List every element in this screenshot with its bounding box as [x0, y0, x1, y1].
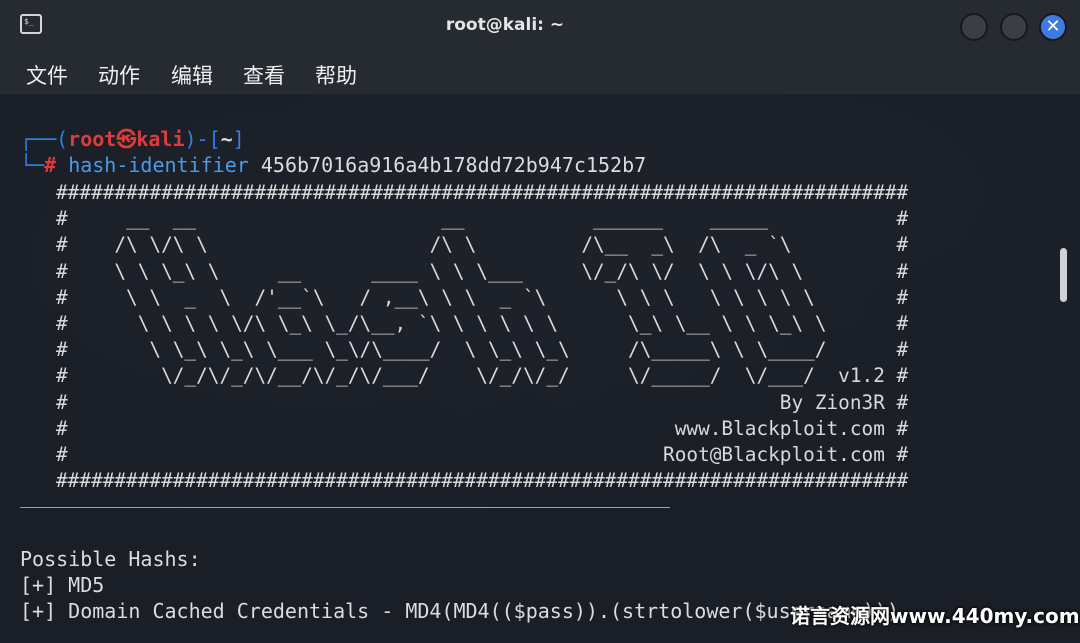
prompt-line-2: └─# hash-identifier 456b7016a916a4b178dd…: [20, 152, 646, 178]
prompt-separator: )-[: [184, 127, 221, 151]
output-divider: [20, 507, 670, 508]
hashid-banner: ########################################…: [56, 180, 908, 494]
menu-help[interactable]: 帮助: [315, 60, 357, 90]
menu-view[interactable]: 查看: [243, 60, 285, 90]
banner-line: # __ __ __ ______ _____ #: [56, 207, 909, 231]
banner-line: # /\ \/\ \ /\ \ /\__ _\ /\ _ `\ #: [56, 233, 909, 257]
result-item: [+] MD5: [20, 573, 105, 597]
scrollbar[interactable]: [1060, 248, 1067, 302]
possible-hashes-header: Possible Hashs:: [20, 547, 201, 571]
menu-edit[interactable]: 编辑: [171, 60, 213, 90]
prompt-user-host: root㉿kali: [68, 127, 185, 151]
prompt-cwd: ~: [220, 127, 233, 151]
result-item: [+] Domain Cached Credentials - MD4(MD4(…: [20, 599, 899, 623]
command-text: hash-identifier: [68, 153, 249, 177]
watermark: 诺言资源网www.440my.com: [790, 604, 1080, 628]
title-bar[interactable]: $_ root@kali: ~ ✕: [0, 0, 1080, 52]
prompt-hash: #: [44, 153, 57, 177]
menu-bar: 文件 动作 编辑 查看 帮助: [0, 52, 1080, 94]
banner-line: # \ \_\ \_\ \___ \_\/\____/ \ \_\ \_\ /\…: [56, 338, 909, 362]
banner-line: # By Zion3R #: [56, 390, 909, 414]
terminal-window: $_ root@kali: ~ ✕ 文件 动作 编辑 查看 帮助 ┌──(roo…: [0, 0, 1080, 643]
prompt-bracket-close: ]: [232, 127, 245, 151]
banner-line: # Root@Blackploit.com #: [56, 443, 909, 467]
banner-line: # www.Blackploit.com #: [56, 416, 909, 440]
window-title: root@kali: ~: [445, 15, 565, 35]
menu-file[interactable]: 文件: [26, 60, 68, 90]
banner-line: # \ \ _ \ /'__`\ / ,__\ \ \ _ `\ \ \ \ \…: [56, 285, 909, 309]
prompt-line-1: ┌──(root㉿kali)-[~]: [20, 126, 245, 152]
prompt-corner: └─: [20, 153, 45, 177]
banner-line: ########################################…: [56, 181, 909, 204]
close-button[interactable]: ✕: [1039, 13, 1067, 41]
banner-line: ########################################…: [56, 469, 909, 493]
menu-actions[interactable]: 动作: [98, 60, 140, 90]
banner-line: # \ \ \_\ \ __ ____ \ \ \___ \/_/\ \/ \ …: [56, 259, 909, 283]
prompt-bracket: ┌──(: [20, 127, 69, 151]
minimize-button[interactable]: [960, 13, 988, 41]
close-icon: ✕: [1045, 16, 1061, 37]
banner-line: # \/_/\/_/\/__/\/_/\/___/ \/_/\/_/ \/___…: [56, 364, 909, 388]
command-argument: 456b7016a916a4b178dd72b947c152b7: [260, 153, 647, 177]
maximize-button[interactable]: [1000, 13, 1028, 41]
banner-line: # \ \ \ \ \/\ \_\ \_/\__, `\ \ \ \ \ \ \…: [56, 312, 909, 336]
